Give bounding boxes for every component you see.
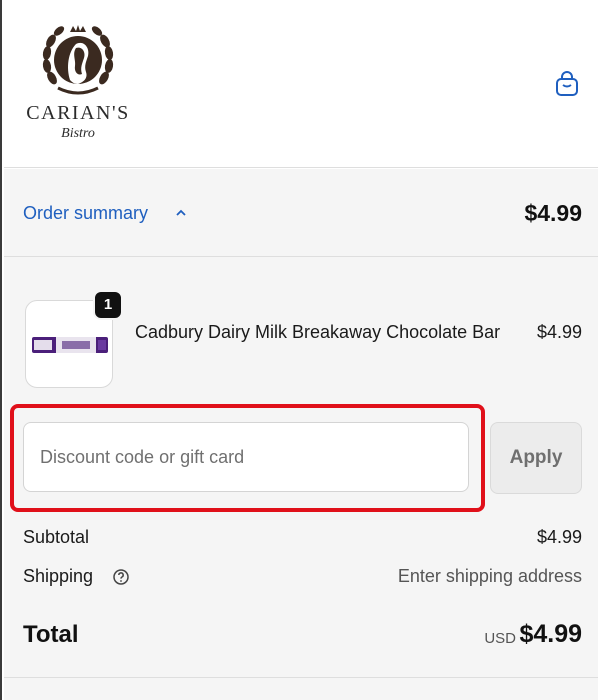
subtotal-label: Subtotal [23,527,90,547]
shipping-value: Enter shipping address [397,566,582,586]
order-summary-total: $4.99 [524,200,582,226]
question-circle-icon[interactable] [112,568,130,586]
total-value: $4.99 [519,620,582,648]
shipping-label: Shipping [23,566,94,586]
subtotal-value: $4.99 [536,527,582,547]
apply-discount-button[interactable]: Apply [490,422,582,494]
brand-subtitle: Bistro [61,126,95,141]
chevron-up-icon[interactable] [174,206,188,220]
product-price: $4.99 [536,322,582,342]
total-currency: USD [484,630,516,647]
product-name: Cadbury Dairy Milk Breakaway Chocolate B… [135,322,501,342]
discount-code-input[interactable] [23,422,469,492]
brand-name: CARIAN'S [26,102,130,124]
checkout-header: CARIAN'S Bistro [4,0,598,168]
total-label: Total [23,621,79,648]
shopping-bag-icon[interactable] [554,70,580,98]
divider [4,677,598,678]
chocolate-bar-image [32,337,108,353]
laurel-wreath-portrait-logo [42,25,114,95]
order-summary-panel: Order summary $4.99 1 Cadbury Dairy Milk… [4,169,598,700]
checkout-page: CARIAN'S Bistro Order summary $4.99 1 Ca… [0,0,598,700]
brand-logo[interactable]: CARIAN'S Bistro [22,22,134,144]
quantity-badge: 1 [93,290,123,320]
order-summary-label[interactable]: Order summary [23,203,148,224]
order-summary-toggle[interactable]: Order summary $4.99 [4,169,598,257]
